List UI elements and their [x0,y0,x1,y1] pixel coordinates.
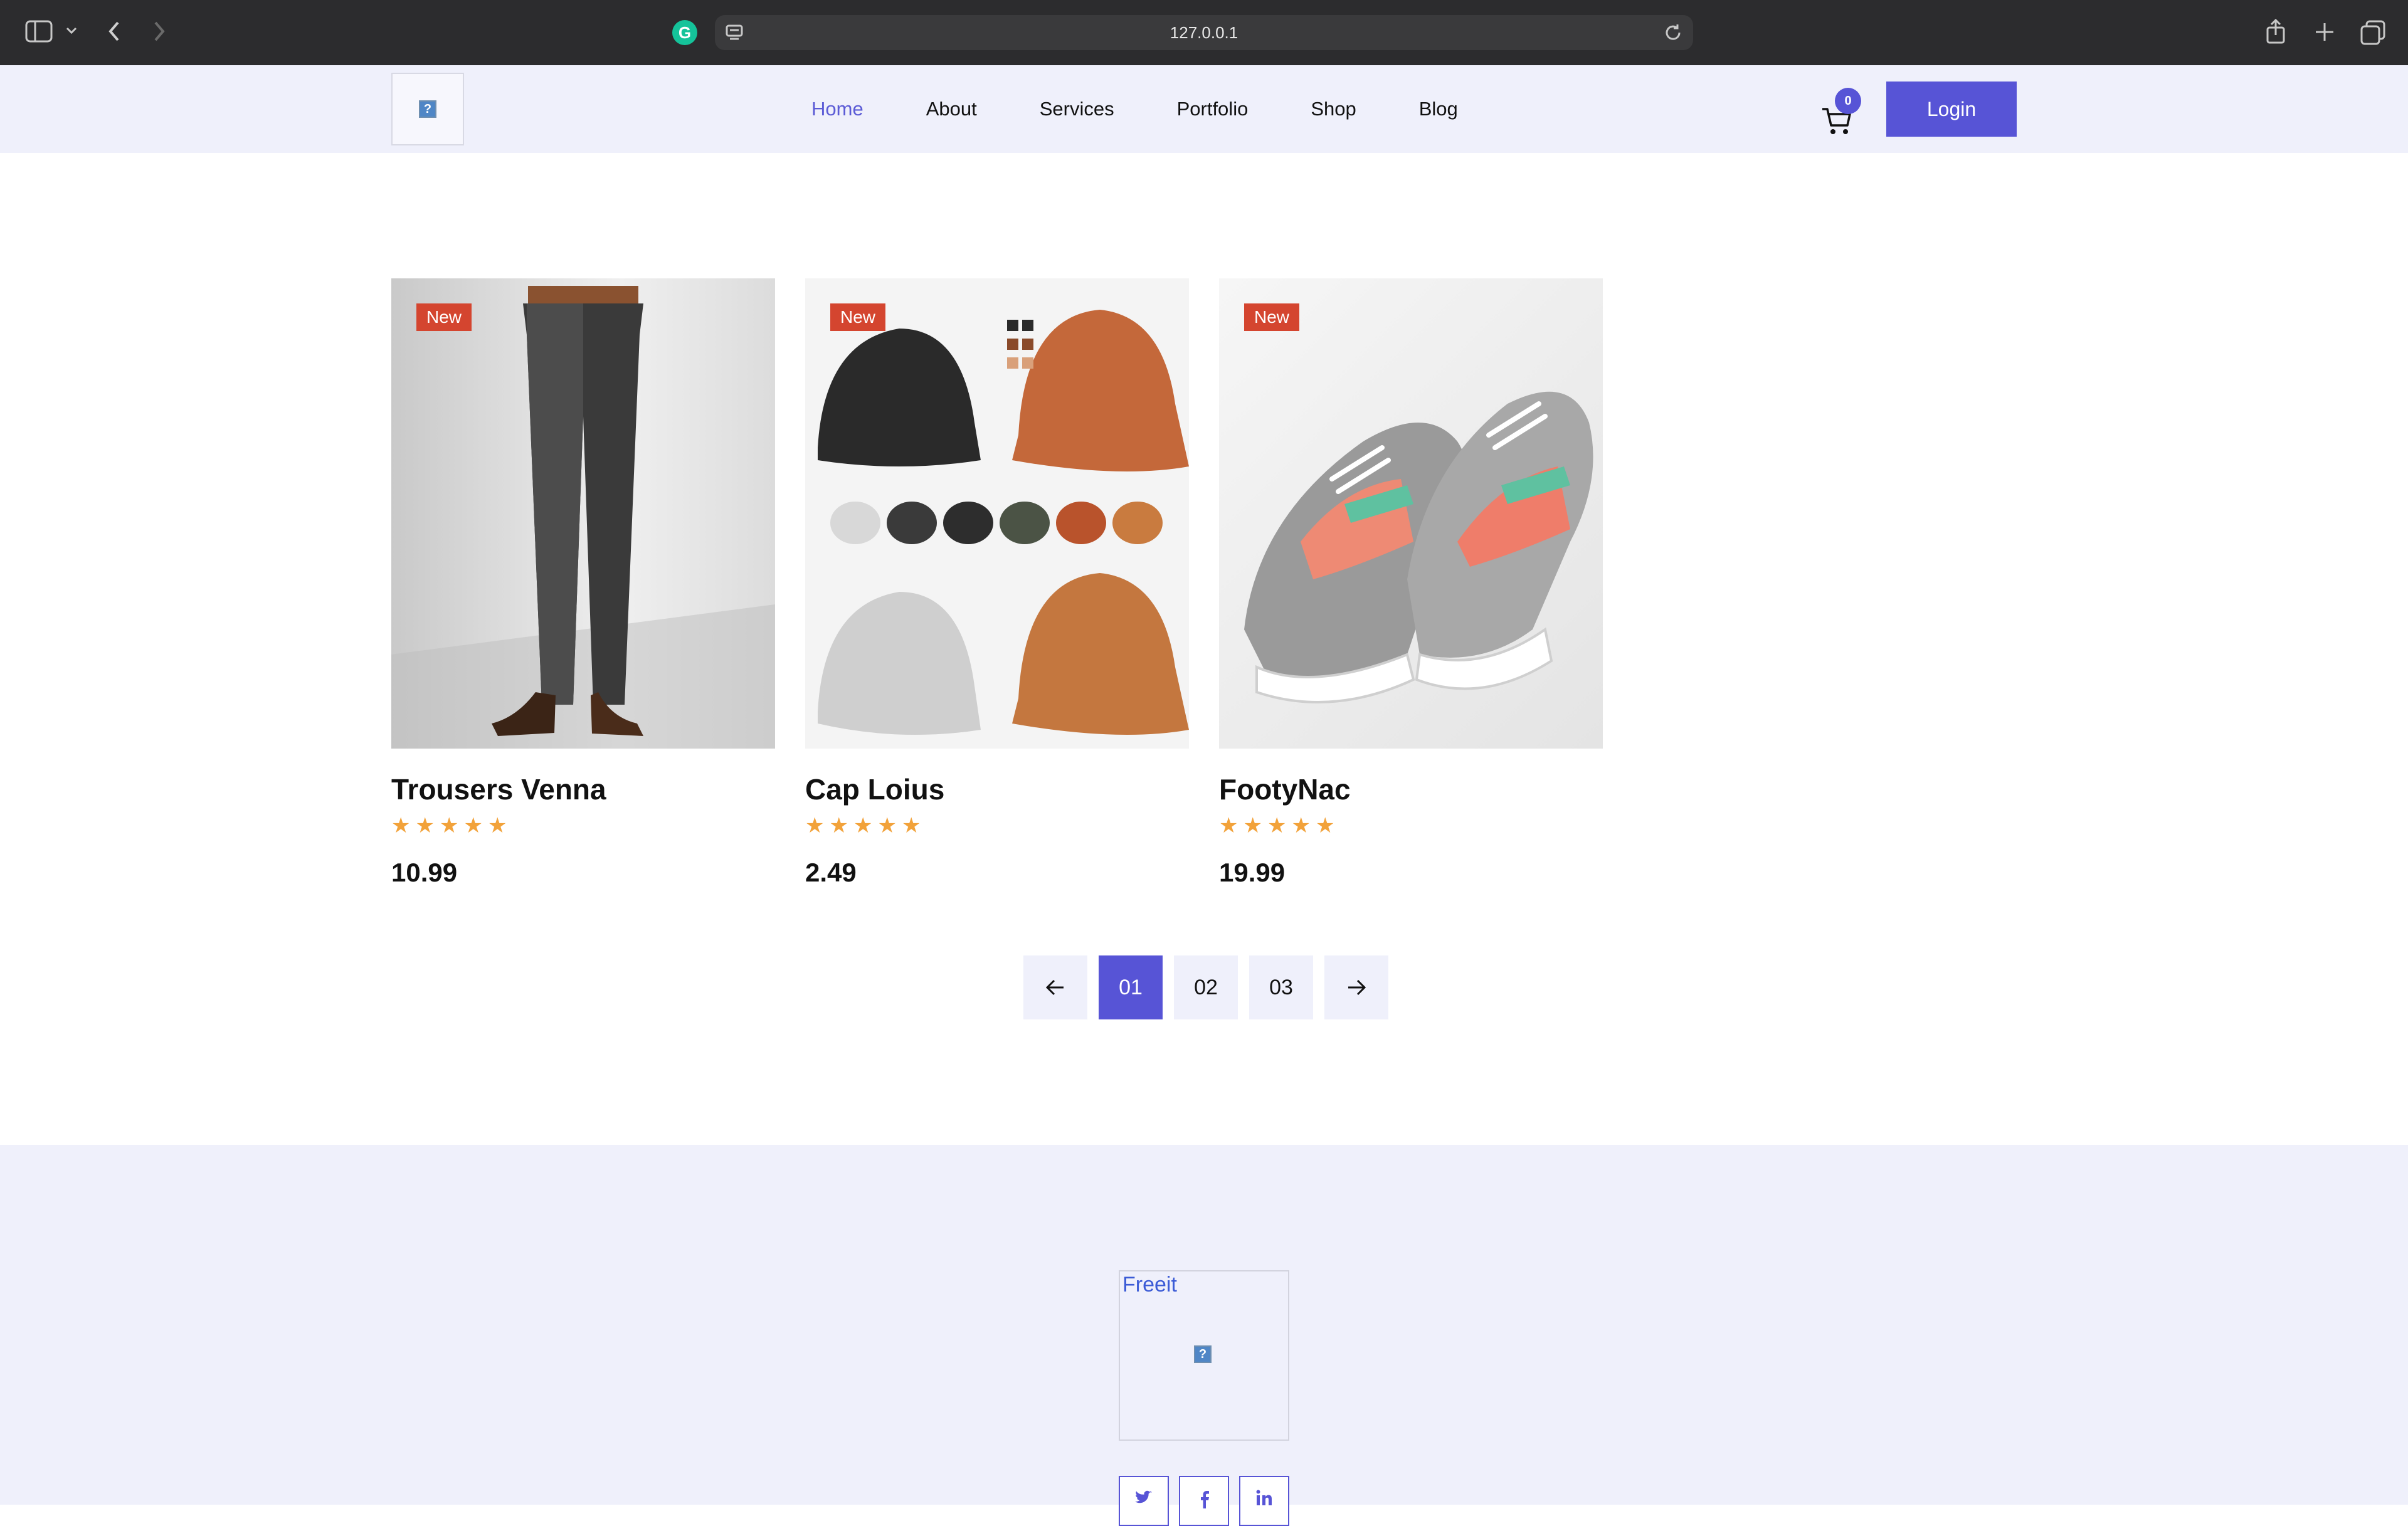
product-rating: ★ ★ ★ ★ ★ [805,815,1189,836]
reload-icon[interactable] [1663,23,1683,43]
site-icon [725,24,744,41]
star-icon: ★ [877,814,897,838]
product-grid: New Trousers Venna ★ ★ ★ ★ ★ 10.99 New C… [391,278,1603,888]
nav-services[interactable]: Services [1040,98,1114,120]
linkedin-icon[interactable] [1239,1476,1289,1526]
sidebar-icon[interactable] [25,20,53,43]
product-card[interactable]: New FootyNac ★ ★ ★ ★ ★ 19.99 [1219,278,1603,888]
twitter-icon[interactable] [1119,1476,1169,1526]
product-card[interactable]: New Cap Loius ★ ★ ★ ★ ★ 2.49 [805,278,1189,888]
nav-blog[interactable]: Blog [1419,98,1458,120]
nav-home[interactable]: Home [811,98,863,120]
star-icon: ★ [901,814,921,838]
new-badge: New [416,303,472,331]
nav-portfolio[interactable]: Portfolio [1177,98,1249,120]
pagination: 01 02 03 [1023,955,1388,1019]
star-icon: ★ [391,814,411,838]
footer-logo[interactable]: Freeit ? [1119,1270,1289,1441]
page-button[interactable]: 03 [1249,955,1313,1019]
broken-image-icon: ? [419,100,436,118]
broken-image-icon: ? [1194,1345,1212,1363]
star-icon: ★ [487,814,507,838]
login-button[interactable]: Login [1886,82,2017,137]
star-icon: ★ [1219,814,1238,838]
back-icon[interactable] [107,20,122,43]
product-price: 10.99 [391,858,458,887]
star-icon: ★ [1315,814,1335,838]
star-icon: ★ [853,814,873,838]
nav-about[interactable]: About [926,98,977,120]
product-title[interactable]: Cap Loius [805,772,1189,806]
footer-logo-alt-text: Freeit [1122,1273,1177,1297]
product-image-caps[interactable]: New [805,278,1189,749]
star-icon: ★ [439,814,459,838]
cart-count-badge: 0 [1835,88,1861,114]
product-image-trousers[interactable]: New [391,278,775,749]
star-icon: ★ [1267,814,1287,838]
site-footer: Freeit ? [0,1145,2408,1526]
site-header: ? Home About Services Portfolio Shop Blo… [0,65,2408,153]
page-button[interactable]: 01 [1099,955,1163,1019]
star-icon: ★ [829,814,848,838]
main-nav: Home About Services Portfolio Shop Blog [811,65,1521,153]
star-icon: ★ [463,814,483,838]
page-button[interactable]: 02 [1174,955,1238,1019]
new-tab-icon[interactable] [2314,21,2335,43]
star-icon: ★ [1243,814,1262,838]
product-card[interactable]: New Trousers Venna ★ ★ ★ ★ ★ 10.99 [391,278,775,888]
product-price: 19.99 [1219,858,1286,887]
share-icon[interactable] [2265,18,2286,45]
product-price: 2.49 [805,858,857,887]
next-page-button[interactable] [1324,955,1388,1019]
grammarly-icon[interactable]: G [672,20,697,45]
star-icon: ★ [415,814,435,838]
star-icon: ★ [1291,814,1311,838]
new-badge: New [830,303,886,331]
product-rating: ★ ★ ★ ★ ★ [391,815,775,836]
prev-page-button[interactable] [1023,955,1087,1019]
forward-icon[interactable] [152,20,167,43]
arrow-left-icon [1045,979,1064,996]
chevron-down-icon[interactable] [65,26,78,35]
browser-toolbar: G 127.0.0.1 [0,0,2408,65]
tabs-icon[interactable] [2360,20,2385,45]
social-links [1119,1476,1289,1526]
facebook-icon[interactable] [1179,1476,1229,1526]
product-title[interactable]: Trousers Venna [391,772,775,806]
url-text: 127.0.0.1 [1170,23,1238,42]
site-logo[interactable]: ? [391,73,464,145]
product-image-shoes[interactable]: New [1219,278,1603,749]
new-badge: New [1244,303,1300,331]
star-icon: ★ [805,814,825,838]
arrow-right-icon [1348,979,1366,996]
address-bar[interactable]: 127.0.0.1 [715,15,1693,50]
product-title[interactable]: FootyNac [1219,772,1603,806]
product-rating: ★ ★ ★ ★ ★ [1219,815,1603,836]
nav-shop[interactable]: Shop [1311,98,1356,120]
